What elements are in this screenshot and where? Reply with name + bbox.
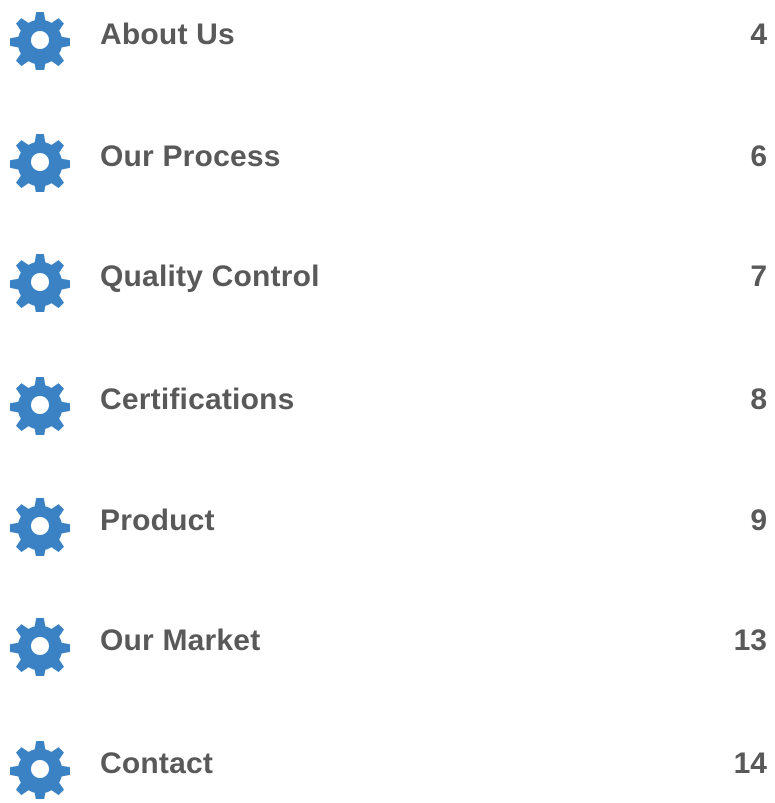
toc-item-label: Contact — [100, 747, 214, 780]
toc-item-page-number: 13 — [733, 624, 767, 657]
gear-icon — [10, 132, 70, 192]
gear-icon — [10, 616, 70, 676]
toc-item-our-market[interactable]: Our Market 13 — [0, 610, 775, 680]
table-of-contents: About Us 4 Our Process 6 Quality Control… — [0, 0, 775, 799]
gear-icon — [10, 375, 70, 435]
gear-icon — [10, 10, 70, 70]
toc-item-page-number: 8 — [750, 383, 767, 416]
toc-item-our-process[interactable]: Our Process 6 — [0, 126, 775, 196]
gear-icon — [10, 496, 70, 556]
gear-icon — [10, 739, 70, 799]
toc-item-label: Our Process — [100, 140, 281, 173]
gear-icon — [10, 252, 70, 312]
toc-item-page-number: 7 — [750, 260, 767, 293]
toc-item-label: Certifications — [100, 383, 295, 416]
toc-item-page-number: 4 — [750, 18, 767, 51]
toc-item-label: Quality Control — [100, 260, 320, 293]
toc-item-label: Our Market — [100, 624, 261, 657]
toc-item-quality-control[interactable]: Quality Control 7 — [0, 246, 775, 316]
toc-item-certifications[interactable]: Certifications 8 — [0, 369, 775, 439]
toc-item-page-number: 9 — [750, 504, 767, 537]
toc-item-label: Product — [100, 504, 215, 537]
toc-item-product[interactable]: Product 9 — [0, 490, 775, 560]
toc-item-contact[interactable]: Contact 14 — [0, 733, 775, 803]
toc-item-about-us[interactable]: About Us 4 — [0, 4, 775, 74]
toc-item-page-number: 14 — [733, 747, 767, 780]
toc-item-page-number: 6 — [750, 140, 767, 173]
toc-item-label: About Us — [100, 18, 235, 51]
